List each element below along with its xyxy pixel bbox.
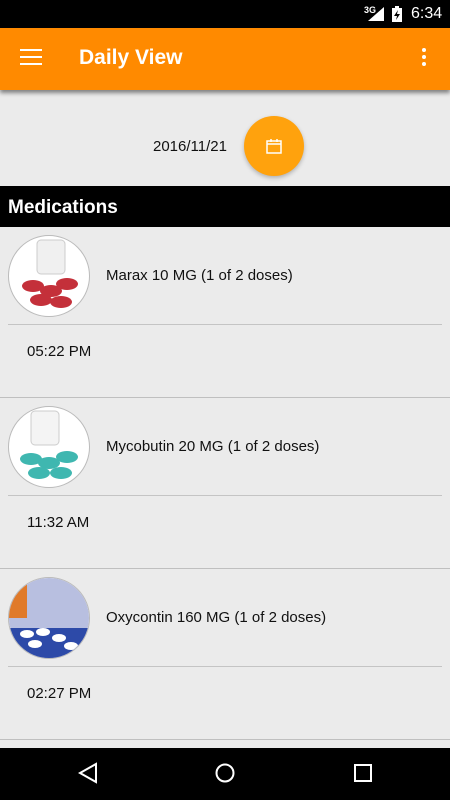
calendar-button[interactable] — [244, 116, 304, 176]
medication-name: Oxycontin 160 MG (1 of 2 doses) — [106, 609, 327, 626]
list-item[interactable]: Mycobutin 20 MG (1 of 2 doses) 11:32 AM — [0, 398, 450, 569]
home-icon[interactable] — [214, 762, 236, 784]
medication-name: Mycobutin 20 MG (1 of 2 doses) — [106, 438, 320, 455]
hamburger-menu-icon[interactable] — [20, 49, 42, 67]
medication-list: Marax 10 MG (1 of 2 doses) 05:22 PM Myco… — [0, 227, 450, 740]
dose-time: 02:27 PM — [27, 685, 92, 702]
navigation-bar — [0, 748, 450, 800]
dose-time: 05:22 PM — [27, 343, 92, 360]
divider — [8, 495, 442, 496]
page-title: Daily View — [79, 46, 183, 69]
app-bar: Daily View — [0, 28, 450, 90]
status-time: 6:34 — [411, 5, 443, 22]
battery-icon — [392, 6, 402, 22]
list-item[interactable]: Marax 10 MG (1 of 2 doses) 05:22 PM — [0, 227, 450, 398]
medication-name: Marax 10 MG (1 of 2 doses) — [106, 267, 293, 284]
pill-image — [8, 406, 90, 488]
overflow-menu-icon[interactable] — [414, 46, 434, 72]
signal-icon — [368, 7, 384, 21]
dose-time: 11:32 AM — [27, 514, 90, 531]
medications-header: Medications — [0, 186, 450, 227]
pill-image — [8, 235, 90, 317]
divider — [8, 666, 442, 667]
date-selector: 2016/11/21 — [0, 90, 450, 186]
status-bar: 3G 6:34 — [0, 0, 450, 28]
divider — [8, 324, 442, 325]
selected-date: 2016/11/21 — [153, 138, 227, 155]
calendar-icon — [266, 139, 282, 154]
back-icon[interactable] — [78, 762, 98, 784]
recents-icon[interactable] — [353, 762, 373, 784]
pill-image — [8, 577, 90, 659]
list-item[interactable]: Oxycontin 160 MG (1 of 2 doses) 02:27 PM — [0, 569, 450, 740]
